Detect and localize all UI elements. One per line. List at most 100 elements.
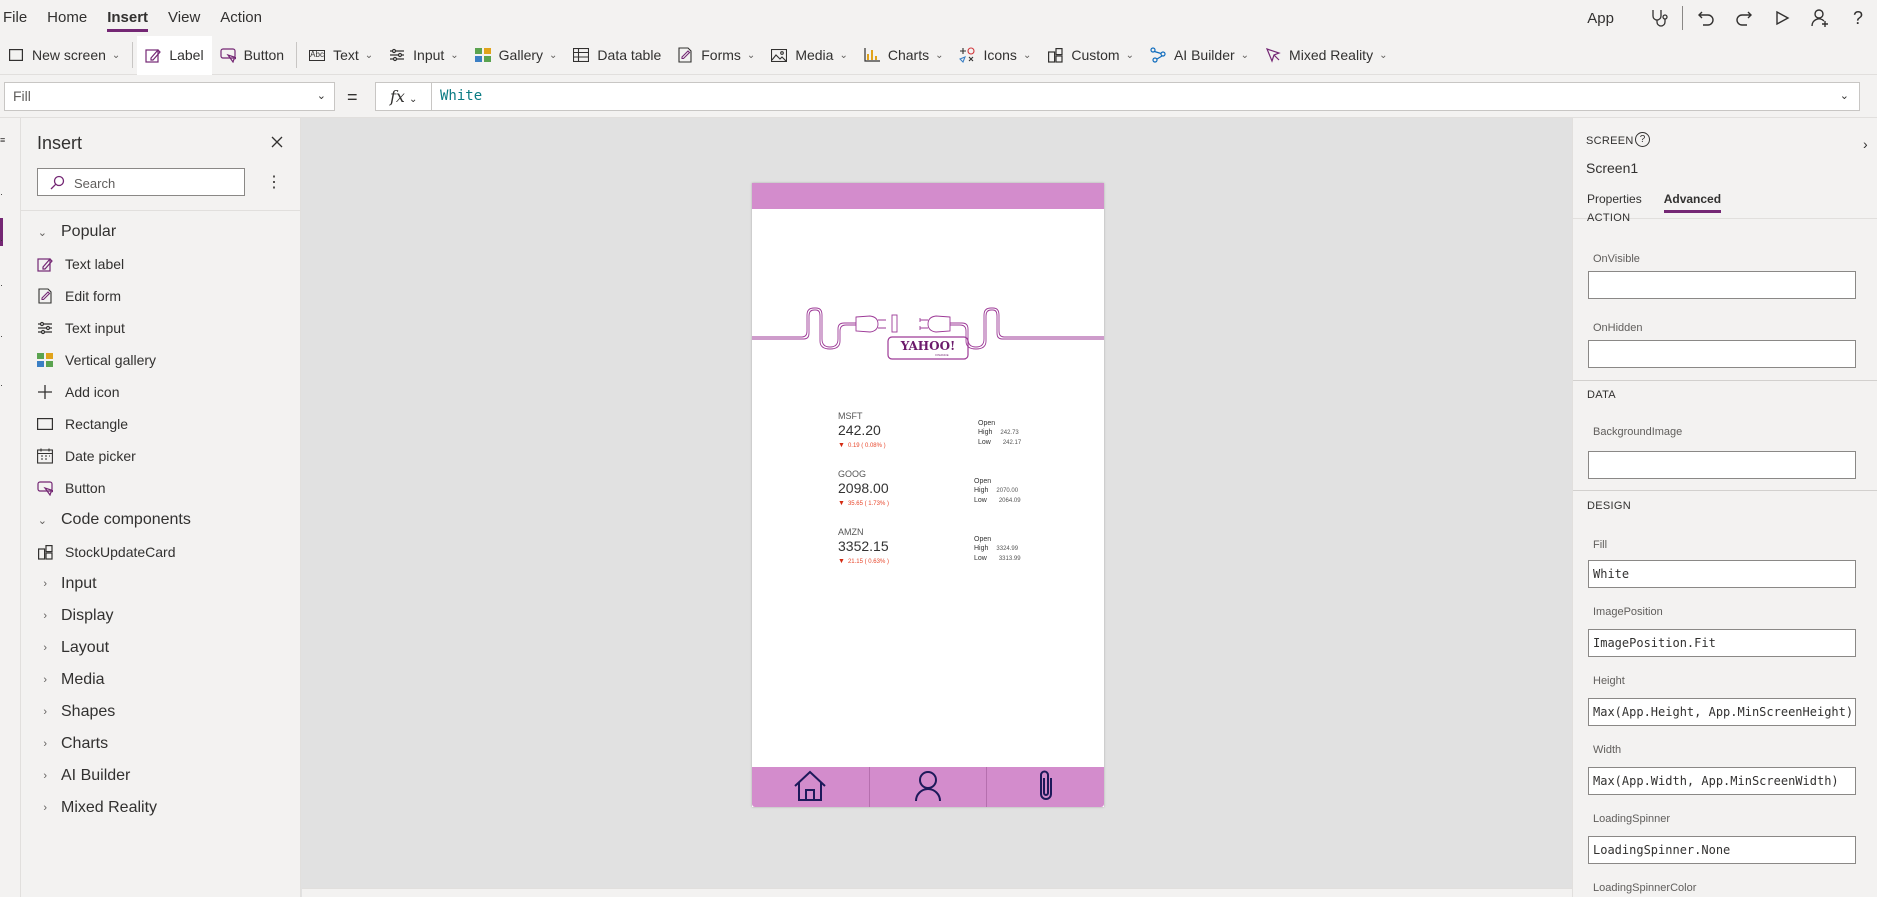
group-layout[interactable]: › Layout [21, 632, 301, 664]
icons-dropdown[interactable]: Icons ⌄ [951, 36, 1039, 75]
stock-card[interactable]: MSFT 242.20 ▼ 0.19 ( 0.08% ) Open High 242… [838, 411, 1038, 469]
menu-home[interactable]: Home [37, 0, 97, 36]
search-input[interactable] [74, 173, 234, 193]
loadingspinner-field[interactable]: LoadingSpinner.None [1588, 836, 1856, 864]
menu-file[interactable]: File [0, 0, 37, 36]
nav-home-button[interactable] [752, 767, 870, 807]
search-nav-icon[interactable]: · [0, 380, 6, 390]
imageposition-field[interactable]: ImagePosition.Fit [1588, 629, 1856, 657]
formula-input[interactable]: fx ⌄ White ⌄ [375, 82, 1860, 111]
menu-action[interactable]: Action [210, 0, 272, 36]
media-nav-icon[interactable]: · [0, 280, 6, 290]
stock-card[interactable]: AMZN 3352.15 ▼ 21.15 ( 0.63% ) Open High 3… [838, 527, 1038, 585]
group-shapes[interactable]: › Shapes [21, 696, 301, 728]
mixed-reality-dropdown[interactable]: Mixed Reality ⌄ [1257, 36, 1395, 75]
advanced-tools-icon[interactable]: · [0, 331, 6, 341]
chevron-down-icon: ⌄ [1379, 49, 1388, 61]
group-charts[interactable]: › Charts [21, 728, 301, 760]
width-label: Width [1593, 744, 1622, 756]
onhidden-field[interactable] [1588, 340, 1856, 368]
chevron-down-icon: ⌄ [364, 49, 374, 61]
group-input[interactable]: › Input [21, 568, 301, 600]
fill-field[interactable]: White [1588, 560, 1856, 588]
media-dropdown[interactable]: Media ⌄ [763, 36, 856, 75]
stock-change-value: 35.65 ( 1.73% ) [847, 501, 889, 507]
preview-play-icon[interactable] [1763, 0, 1801, 36]
insert-item-vertical-gallery[interactable]: Vertical gallery [21, 344, 301, 376]
group-label: Layout [61, 639, 110, 656]
nav-profile-button[interactable] [870, 767, 988, 807]
custom-dropdown[interactable]: Custom ⌄ [1039, 36, 1142, 75]
tree-view-icon[interactable]: ≡ [0, 135, 6, 145]
icons-icon [959, 47, 976, 63]
insert-item-date-picker[interactable]: Date picker [21, 440, 301, 472]
mixed-reality-icon [1265, 47, 1281, 63]
app-screen-preview[interactable]: YAHOO! FINANCE MSFT 242.20 ▼ 0.19 ( 0.08%… [752, 183, 1104, 807]
help-icon[interactable]: ? [1839, 0, 1877, 36]
gallery-dropdown[interactable]: Gallery ⌄ [467, 36, 566, 75]
chevron-right-icon: › [43, 802, 47, 814]
search-box [37, 168, 245, 196]
panel-tabs: Properties Advanced [1587, 192, 1743, 213]
group-media[interactable]: › Media [21, 664, 301, 696]
group-label: Mixed Reality [61, 799, 158, 816]
insert-item-button[interactable]: Button [21, 472, 301, 504]
label-button[interactable]: Label [137, 35, 212, 75]
data-nav-icon[interactable]: · [0, 235, 6, 245]
insert-item-text-label[interactable]: Text label [21, 248, 301, 280]
input-dropdown[interactable]: Input ⌄ [381, 36, 467, 75]
width-field[interactable]: Max(App.Width, App.MinScreenWidth) [1588, 767, 1856, 795]
tab-properties[interactable]: Properties [1587, 192, 1642, 213]
tab-advanced[interactable]: Advanced [1663, 192, 1722, 213]
onvisible-field[interactable] [1588, 271, 1856, 299]
expand-formula-icon[interactable]: ⌄ [1840, 83, 1849, 110]
item-label: Button [65, 480, 106, 496]
backgroundimage-label: BackgroundImage [1593, 426, 1683, 438]
charts-dropdown[interactable]: Charts ⌄ [856, 36, 952, 75]
menu-view[interactable]: View [158, 0, 210, 36]
paperclip-icon [1034, 769, 1058, 806]
close-icon[interactable] [267, 132, 287, 152]
stock-change-value: 21.15 ( 0.63% ) [847, 559, 889, 565]
fx-button[interactable]: fx ⌄ [376, 83, 432, 110]
button-button[interactable]: Button [212, 36, 292, 75]
group-popular[interactable]: ⌄ Popular [21, 216, 301, 248]
formula-text[interactable]: White [440, 83, 482, 110]
property-selector[interactable]: Fill ⌄ [4, 82, 335, 111]
panel-section-label: SCREEN [1586, 135, 1634, 147]
insert-item-text-input[interactable]: Text input [21, 312, 301, 344]
app-checker-icon[interactable] [1640, 0, 1678, 36]
more-options-icon[interactable]: ⋮ [266, 172, 282, 192]
stock-card[interactable]: GOOG 2098.00 ▼ 35.65 ( 1.73% ) Open High 2… [838, 469, 1038, 527]
insert-item-add-icon[interactable]: Add icon [21, 376, 301, 408]
group-ai-builder[interactable]: › AI Builder [21, 760, 301, 792]
insert-item-stock-update-card[interactable]: StockUpdateCard [21, 536, 301, 568]
screen-header-bar[interactable] [752, 183, 1104, 209]
text-dropdown[interactable]: Abc Text ⌄ [301, 36, 381, 75]
menu-insert[interactable]: Insert [97, 0, 158, 36]
ai-builder-icon [1150, 47, 1166, 63]
backgroundimage-field[interactable] [1588, 451, 1856, 479]
insert-item-rectangle[interactable]: Rectangle [21, 408, 301, 440]
insert-item-edit-form[interactable]: Edit form [21, 280, 301, 312]
height-field[interactable]: Max(App.Height, App.MinScreenHeight) [1588, 698, 1856, 726]
canvas-horizontal-scrollbar[interactable] [302, 888, 1572, 897]
ai-builder-dropdown[interactable]: AI Builder ⌄ [1142, 36, 1257, 75]
insert-nav-icon[interactable]: · [0, 189, 6, 199]
group-mixed-reality[interactable]: › Mixed Reality [21, 792, 301, 824]
data-table-button[interactable]: Data table [565, 36, 669, 75]
redo-icon[interactable] [1725, 0, 1763, 36]
undo-icon[interactable] [1687, 0, 1725, 36]
forms-dropdown[interactable]: Forms ⌄ [669, 36, 763, 75]
new-screen-button[interactable]: New screen ⌄ [0, 36, 128, 75]
app-selector[interactable]: App [1587, 10, 1614, 27]
group-code-components[interactable]: ⌄ Code components [21, 504, 301, 536]
text-dropdown-label: Text [333, 47, 359, 63]
chevron-down-icon: ⌄ [37, 514, 47, 527]
forms-icon [677, 47, 693, 63]
chevron-right-icon[interactable]: › [1863, 136, 1868, 152]
share-user-icon[interactable] [1801, 0, 1839, 36]
group-display[interactable]: › Display [21, 600, 301, 632]
nav-attachment-button[interactable] [987, 767, 1104, 807]
help-circle-icon[interactable]: ? [1635, 132, 1650, 147]
